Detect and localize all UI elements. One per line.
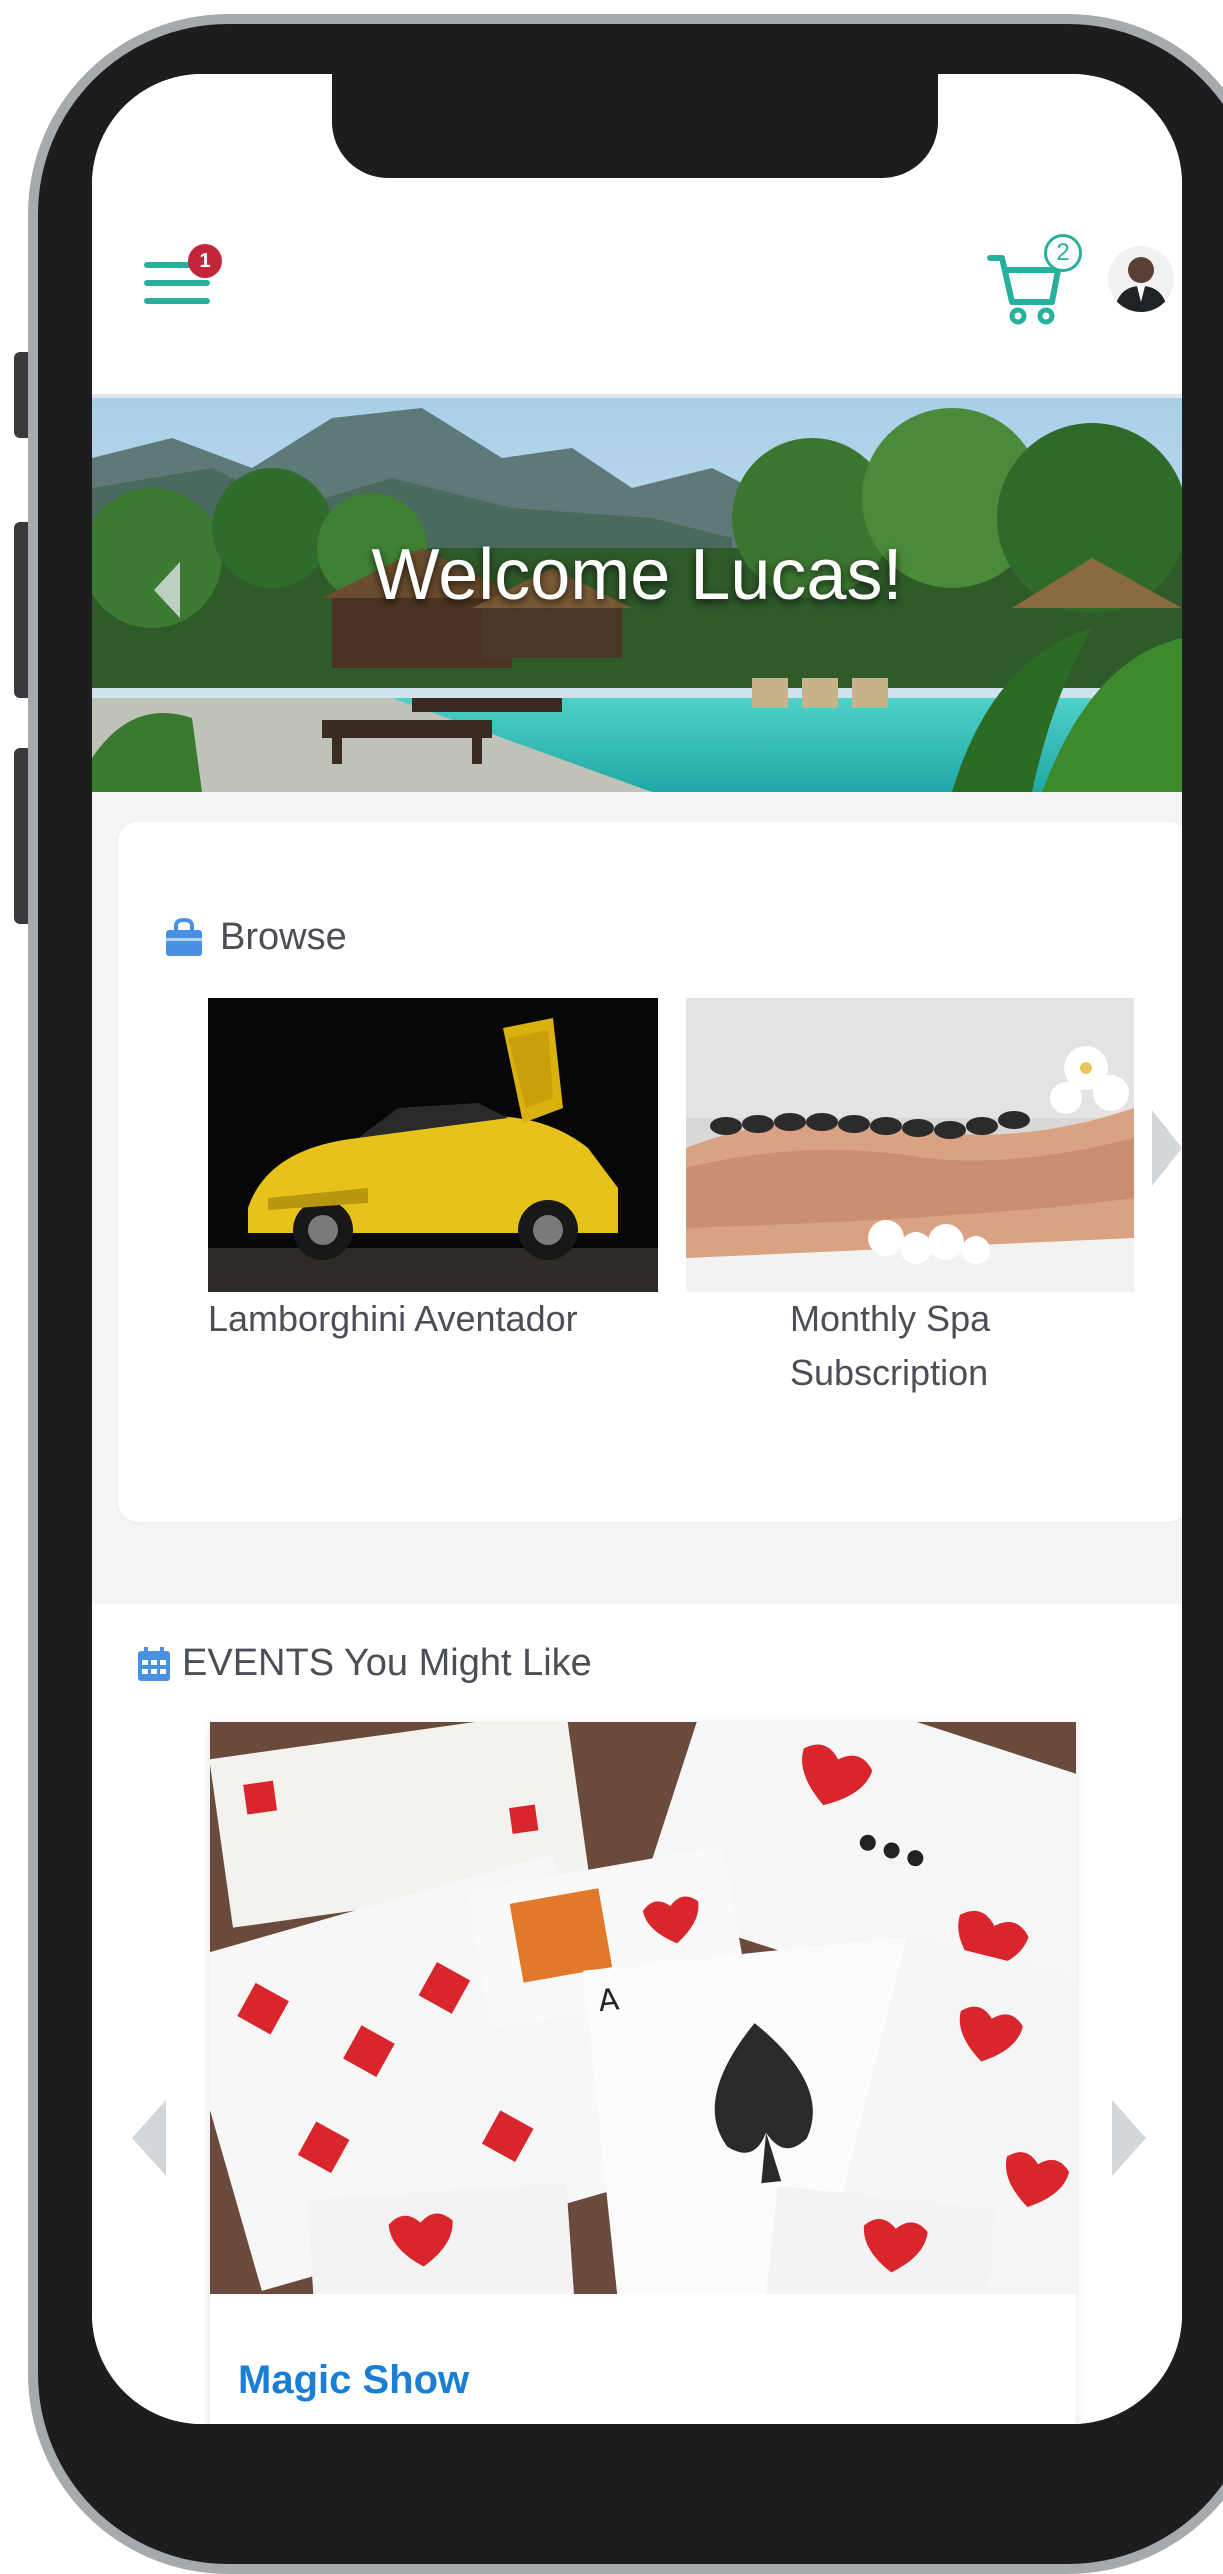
event-card[interactable]: A Magic Show [210,1722,1076,2424]
event-image: A [210,1722,1076,2294]
events-title: EVENTS You Might Like [182,1642,592,1684]
browse-item-image [686,998,1134,1292]
user-avatar-image [1108,246,1174,312]
browse-item-label: Lamborghini Aventador [208,1298,578,1339]
browse-item-label-line1: Monthly Spa [790,1298,991,1339]
user-avatar[interactable] [1108,246,1174,312]
svg-text:A: A [597,1982,622,2019]
calendar-icon [138,1646,170,1681]
browse-title: Browse [220,916,347,958]
chevron-left-icon[interactable] [152,560,182,620]
chevron-right-icon[interactable] [1112,2100,1146,2176]
menu-button[interactable]: 1 [144,244,222,310]
lamborghini-image [208,998,658,1292]
shopping-bag-icon [166,917,202,956]
browse-item-image [208,998,658,1292]
browse-item-spa[interactable]: Monthly Spa Subscription [686,998,1134,1400]
menu-icon-bar [144,280,210,286]
chevron-right-icon[interactable] [1152,1110,1182,1186]
spa-image [686,998,1134,1292]
menu-icon-bar [144,298,210,304]
events-header: EVENTS You Might Like [136,1642,592,1685]
chevron-left-icon[interactable] [132,2100,166,2176]
cart-button[interactable]: 2 [986,234,1092,325]
browse-header: Browse [164,916,347,959]
event-title[interactable]: Magic Show [238,2358,469,2403]
welcome-title: Welcome Lucas! [371,535,903,615]
hero-banner: Welcome Lucas! [92,398,1182,792]
browse-item-lamborghini[interactable]: Lamborghini Aventador [208,998,658,1346]
phone-notch [332,74,938,178]
playing-cards-image: A [210,1722,1076,2294]
phone-screen: 1 2 Welcome Lucas! Browse Lamborghini Av… [92,74,1182,2424]
notification-badge: 1 [188,244,222,278]
browse-item-label-line2: Subscription [790,1352,989,1393]
cart-count-badge: 2 [1044,234,1082,272]
